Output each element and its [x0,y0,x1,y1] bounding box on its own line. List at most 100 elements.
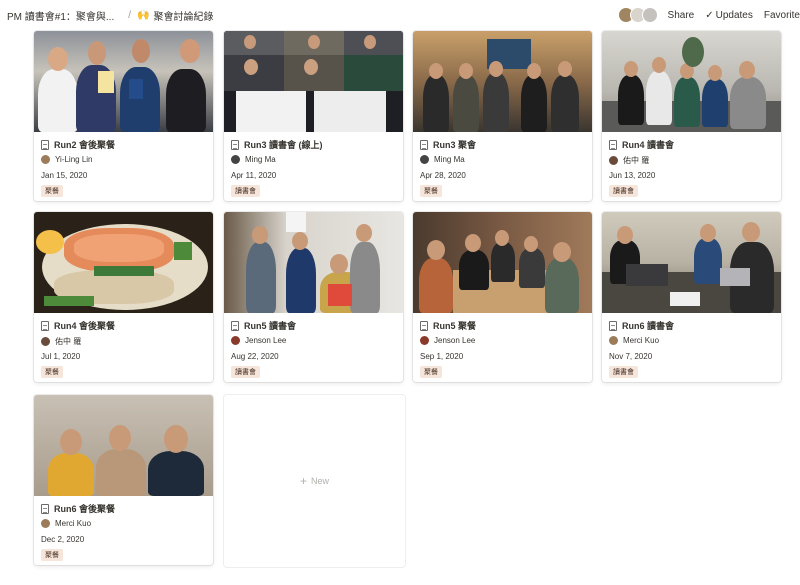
card-date: Apr 11, 2020 [231,171,277,180]
top-right-actions: Share ✓ Updates Favorite [617,0,800,30]
person-name: Ming Ma [245,155,276,164]
page-icon [41,320,49,331]
gallery-card[interactable]: Run3 聚會 Ming Ma Apr 28, 2020 聚餐 [413,31,592,201]
gallery-card[interactable]: Run5 讀書會 Jenson Lee Aug 22, 2020 讀書會 [224,212,403,382]
card-cover-photo [224,212,403,313]
card-title-text: Run4 讀書會 [622,140,675,150]
tag-badge: 聚餐 [41,366,63,378]
new-card-button[interactable]: + New [224,395,405,567]
card-title-text: Run3 聚會 [433,140,477,150]
plus-icon: + [299,474,307,488]
breadcrumb-current[interactable]: 聚會討論紀錄 [153,8,213,23]
card-person: Merci Kuo [609,336,659,345]
avatar [420,155,429,164]
avatar [41,519,50,528]
avatar [609,156,618,165]
gallery-card[interactable]: Run3 讀書會 (線上) Ming Ma Apr 11, 2020 讀書會 [224,31,403,201]
raised-hands-icon: 🙌 [137,9,150,21]
card-date: Jan 15, 2020 [41,171,88,180]
card-person: Ming Ma [231,155,276,164]
card-cover-photo [34,31,213,132]
gallery-card[interactable]: Run6 讀書會 Merci Kuo Nov 7, 2020 讀書會 [602,212,781,382]
card-cover-photo [602,212,781,313]
person-name: 佑中 羅 [55,337,82,346]
person-name: Ming Ma [434,155,465,164]
card-title-text: Run4 會後聚餐 [54,321,116,331]
breadcrumb-parent[interactable]: PM 讀書會#1：聚會與... [7,8,114,23]
favorite-button[interactable]: Favorite [764,10,800,21]
person-name: Yi-Ling Lin [55,155,93,164]
card-cover-photo [413,212,592,313]
card-person: Jenson Lee [420,336,475,345]
card-date: Dec 2, 2020 [41,535,85,544]
gallery-card[interactable]: Run2 會後聚餐 Yi-Ling Lin Jan 15, 2020 聚餐 [34,31,213,201]
page-icon [420,320,428,331]
card-cover-photo [34,395,213,496]
gallery-card[interactable]: Run4 會後聚餐 佑中 羅 Jul 1, 2020 聚餐 [34,212,213,382]
tag-badge: 讀書會 [609,366,638,378]
card-cover-photo [224,31,403,132]
card-title: Run2 會後聚餐 [41,138,115,151]
person-name: Merci Kuo [623,336,660,345]
person-name: Jenson Lee [434,336,476,345]
gallery-card[interactable]: Run4 讀書會 佑中 羅 Jun 13, 2020 讀書會 [602,31,781,201]
card-person: Ming Ma [420,155,465,164]
card-cover-photo [602,31,781,132]
card-cover-photo [413,31,592,132]
card-cover-photo [34,212,213,313]
page-icon [609,320,617,331]
breadcrumb-separator: / [128,9,132,21]
avatar [231,336,240,345]
card-title: Run5 讀書會 [231,319,296,332]
card-title: Run6 會後聚餐 [41,502,115,515]
card-title-text: Run6 會後聚餐 [54,504,116,514]
person-name: Merci Kuo [55,519,92,528]
gallery-card[interactable]: Run6 會後聚餐 Merci Kuo Dec 2, 2020 聚餐 [34,395,213,565]
share-button[interactable]: Share [668,10,695,21]
card-title-text: Run5 讀書會 [244,321,297,331]
card-date: Apr 28, 2020 [420,171,466,180]
page-icon [609,139,617,150]
tag-badge: 讀書會 [231,185,260,197]
new-label: New [311,476,330,486]
card-person: 佑中 羅 [41,336,81,347]
card-title: Run6 讀書會 [609,319,674,332]
collaborator-avatars[interactable] [617,7,658,23]
updates-button[interactable]: ✓ Updates [705,10,753,21]
card-title-text: Run3 讀書會 (線上) [244,140,323,150]
card-title: Run5 聚餐 [420,319,476,332]
page-icon [231,139,239,150]
gallery-card[interactable]: Run5 聚餐 Jenson Lee Sep 1, 2020 聚餐 [413,212,592,382]
card-date: Nov 7, 2020 [609,352,653,361]
avatar [609,336,618,345]
card-title-text: Run6 讀書會 [622,321,675,331]
card-date: Sep 1, 2020 [420,352,464,361]
card-person: Jenson Lee [231,336,286,345]
updates-label: Updates [715,9,753,21]
page-icon [231,320,239,331]
card-title: Run3 聚會 [420,138,476,151]
card-title-text: Run2 會後聚餐 [54,140,116,150]
page-icon [41,139,49,150]
avatar [231,155,240,164]
tag-badge: 聚餐 [41,549,63,561]
card-person: Merci Kuo [41,519,91,528]
card-title-text: Run5 聚餐 [433,321,477,331]
card-date: Jun 13, 2020 [609,171,656,180]
card-title: Run4 會後聚餐 [41,319,115,332]
check-icon: ✓ [705,9,714,21]
tag-badge: 聚餐 [41,185,63,197]
page-icon [420,139,428,150]
tag-badge: 聚餐 [420,366,442,378]
card-person: 佑中 羅 [609,155,649,166]
avatar [641,7,658,23]
tag-badge: 聚餐 [420,185,442,197]
card-person: Yi-Ling Lin [41,155,93,164]
avatar [41,337,50,346]
card-date: Jul 1, 2020 [41,352,81,361]
card-title: Run3 讀書會 (線上) [231,138,323,151]
card-title: Run4 讀書會 [609,138,674,151]
page-icon [41,503,49,514]
tag-badge: 讀書會 [609,185,638,197]
tag-badge: 讀書會 [231,366,260,378]
